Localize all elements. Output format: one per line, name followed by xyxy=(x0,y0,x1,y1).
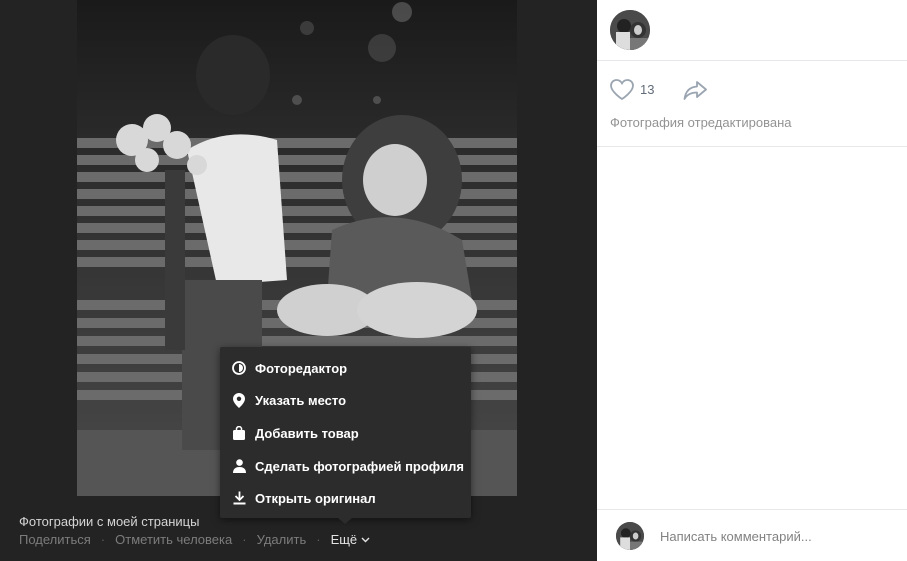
photo-actions: Поделиться · Отметить человека · Удалить… xyxy=(19,532,370,547)
photo-viewer: Фотографии с моей страницы Поделиться · … xyxy=(0,0,597,561)
menu-label: Сделать фотографией профиля xyxy=(255,458,465,474)
menu-label: Добавить товар xyxy=(255,425,359,441)
more-label: Ещё xyxy=(330,532,358,547)
person-icon xyxy=(231,458,247,474)
menu-label: Фоторедактор xyxy=(255,360,348,376)
menu-item-profile-photo[interactable]: Сделать фотографией профиля xyxy=(220,452,471,480)
separator: · xyxy=(242,532,247,547)
comment-avatar xyxy=(616,522,644,550)
heart-icon xyxy=(610,79,634,100)
divider xyxy=(597,60,907,61)
menu-label: Указать место xyxy=(255,392,347,408)
photo-editor-icon xyxy=(231,360,247,376)
menu-item-location[interactable]: Указать место xyxy=(220,386,471,414)
more-button[interactable]: Ещё xyxy=(331,532,371,547)
divider xyxy=(597,146,907,147)
location-pin-icon xyxy=(231,392,247,408)
menu-item-open-original[interactable]: Открыть оригинал xyxy=(220,484,471,512)
edited-note: Фотография отредактирована xyxy=(610,115,792,130)
tag-person-link[interactable]: Отметить человека xyxy=(115,532,232,547)
separator: · xyxy=(100,532,106,547)
menu-item-add-product[interactable]: Добавить товар xyxy=(220,419,471,447)
share-arrow-icon xyxy=(683,81,707,100)
divider xyxy=(597,509,907,510)
chevron-down-icon xyxy=(361,537,370,542)
avatar[interactable] xyxy=(610,10,650,50)
download-icon xyxy=(231,490,247,506)
shopping-bag-icon xyxy=(231,425,247,441)
like-button[interactable]: 13 xyxy=(610,79,654,100)
likes-count: 13 xyxy=(640,82,655,97)
menu-item-photo-editor[interactable]: Фоторедактор xyxy=(220,354,471,382)
share-link[interactable]: Поделиться xyxy=(19,532,91,547)
info-panel: 13 Фотография отредактирована xyxy=(597,0,907,561)
album-title[interactable]: Фотографии с моей страницы xyxy=(19,514,199,529)
menu-label: Открыть оригинал xyxy=(255,490,376,506)
more-menu: Фоторедактор Указать место Добавить това… xyxy=(220,347,471,524)
separator: · xyxy=(316,532,321,547)
delete-link[interactable]: Удалить xyxy=(257,532,307,547)
share-button[interactable] xyxy=(683,80,708,105)
comment-input[interactable] xyxy=(655,520,905,552)
